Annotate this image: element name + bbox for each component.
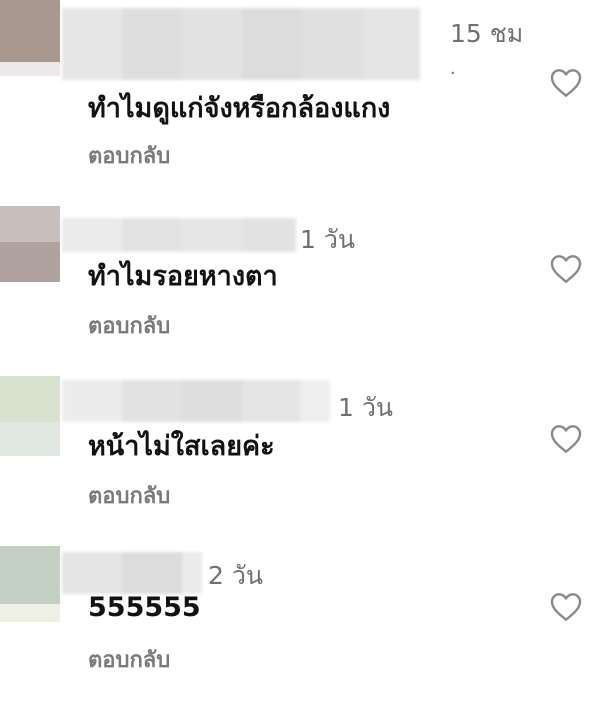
username-blurred[interactable] [62,380,330,422]
reply-button[interactable]: ตอบกลับ [88,308,170,343]
username-blurred[interactable] [62,218,296,252]
timestamp-dot: . [450,58,456,79]
heart-outline-icon[interactable] [550,68,582,98]
comment-text: หน้าไม่ใสเลยค่ะ [88,431,275,462]
reply-button[interactable]: ตอบกลับ [88,478,170,513]
username-blurred[interactable] [62,8,440,80]
heart-outline-icon[interactable] [550,592,582,622]
avatar-top [0,0,60,62]
comment-item: 1 วัน หน้าไม่ใสเลยค่ะ ตอบกลับ [0,376,600,536]
comment-text: 555555 [88,592,201,623]
comment-timestamp: 1 วัน [338,393,393,422]
avatar[interactable] [0,376,60,456]
heart-outline-icon[interactable] [550,254,582,284]
avatar-top [0,546,60,604]
username-blurred[interactable] [62,552,202,594]
avatar-bottom [0,422,60,456]
avatar-top [0,376,60,422]
reply-button[interactable]: ตอบกลับ [88,642,170,677]
comment-item: 1 วัน ทำไมรอยหางตา ตอบกลับ [0,206,600,366]
avatar-bottom [0,62,60,76]
avatar[interactable] [0,546,60,622]
comment-text: ทำไมดูแก่จังหรือกล้องแกง [88,93,391,124]
comment-item: 2 วัน 555555 ตอบกลับ [0,546,600,706]
comment-timestamp: 2 วัน [208,561,263,590]
avatar-bottom [0,242,60,282]
avatar-bottom [0,604,60,622]
heart-outline-icon[interactable] [550,424,582,454]
comment-timestamp: 1 วัน [300,225,355,254]
comment-timestamp: 15 ชม [450,19,524,48]
comment-item: 15 ชม . ทำไมดูแก่จังหรือกล้องแกง ตอบกลับ [0,0,600,169]
avatar-top [0,206,60,242]
reply-button[interactable]: ตอบกลับ [88,138,170,173]
comment-text: ทำไมรอยหางตา [88,261,278,292]
avatar[interactable] [0,0,60,76]
avatar[interactable] [0,206,60,282]
